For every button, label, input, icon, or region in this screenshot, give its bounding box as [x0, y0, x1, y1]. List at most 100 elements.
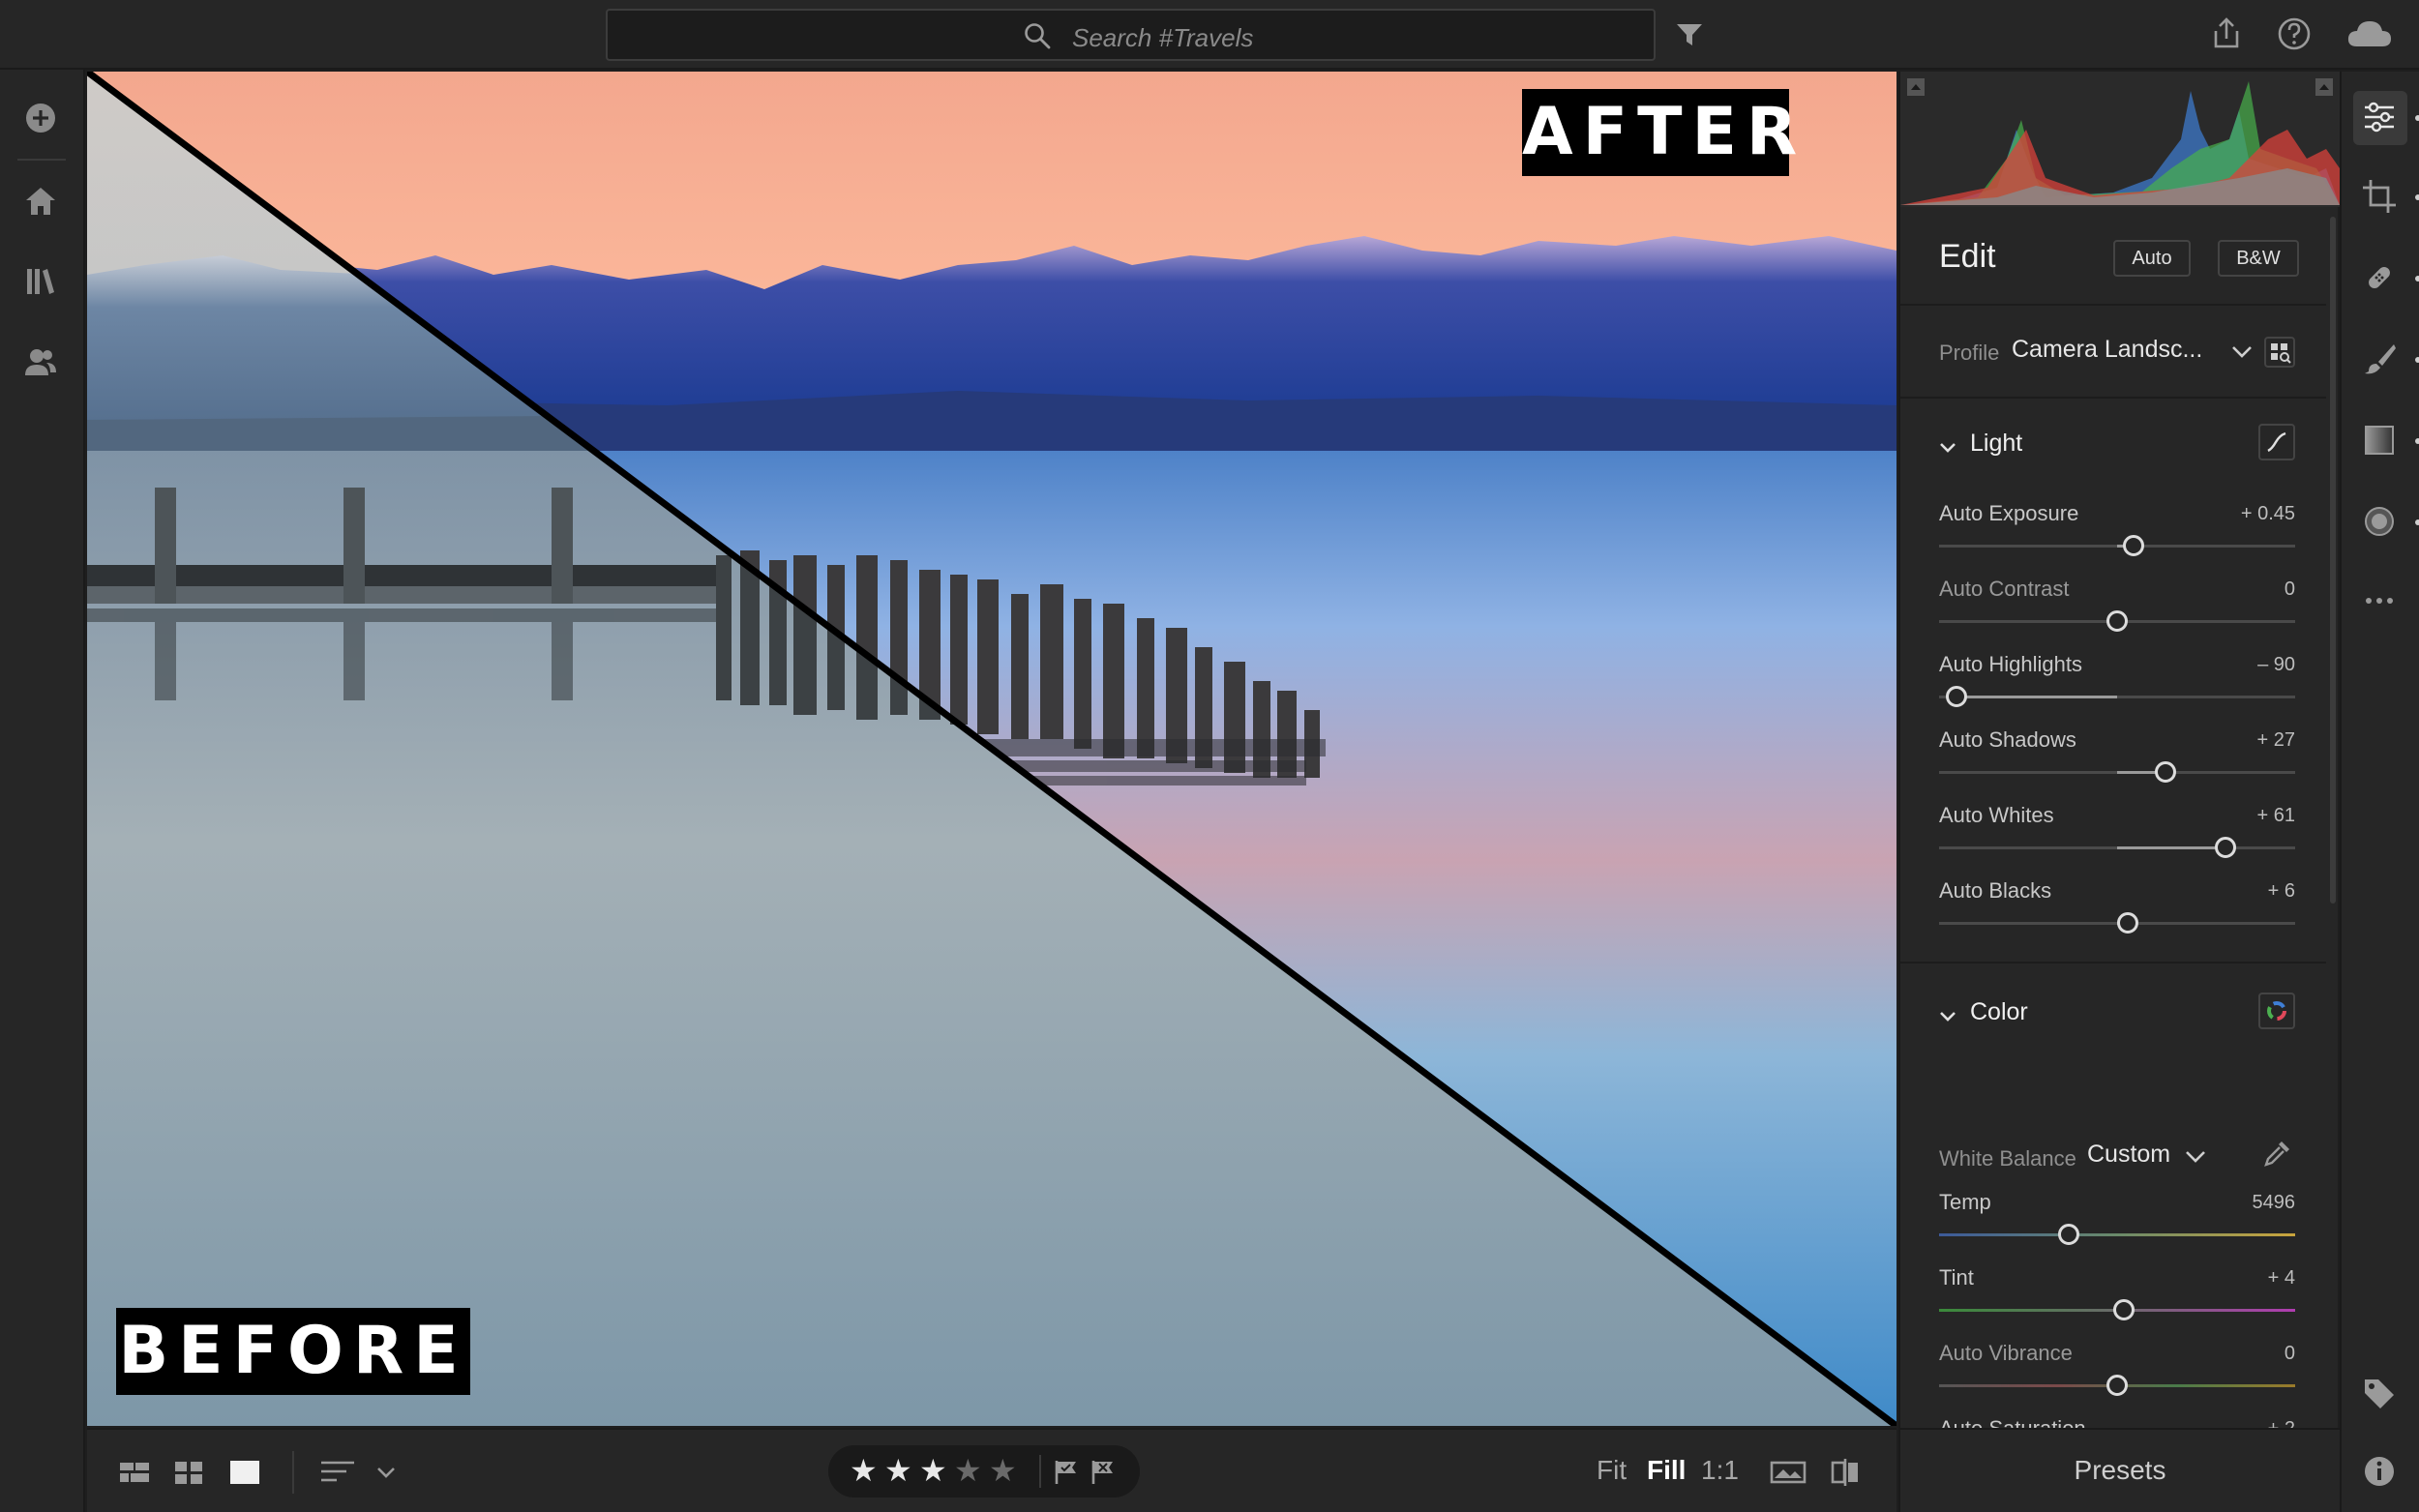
slider-value[interactable]: 0 [2285, 578, 2295, 601]
brush-icon[interactable] [2361, 341, 2398, 377]
slider-value[interactable]: 0 [2285, 1343, 2295, 1365]
home-icon[interactable] [23, 184, 58, 219]
edit-sliders-icon[interactable] [2361, 99, 2398, 135]
slider-thumb[interactable] [2215, 837, 2237, 858]
info-icon[interactable] [2361, 1453, 2398, 1490]
slider-thumb[interactable] [2106, 610, 2128, 632]
library-icon[interactable] [23, 263, 58, 298]
slider-track[interactable] [1939, 545, 2295, 548]
radial-gradient-icon[interactable] [2361, 503, 2398, 540]
search-placeholder: Search #Travels [1072, 23, 1254, 52]
before-after-photo [87, 72, 1896, 1426]
panel-divider [1900, 304, 2326, 306]
search-field[interactable]: Search #Travels [606, 9, 1656, 61]
color-mixer-button[interactable] [2258, 993, 2295, 1029]
profile-browser-icon[interactable] [2262, 335, 2297, 370]
toolbar-divider [292, 1451, 294, 1494]
gradient-indicator-dot [2415, 438, 2419, 444]
slider-value[interactable]: – 90 [2257, 654, 2295, 676]
zoom-fill-button[interactable]: Fill [1647, 1455, 1686, 1486]
photo-canvas[interactable]: AFTER BEFORE [87, 72, 1896, 1426]
compare-view-icon[interactable] [1829, 1457, 1862, 1488]
slider-value[interactable]: + 0.45 [2241, 503, 2295, 525]
slider-thumb[interactable] [2122, 535, 2144, 556]
presets-button[interactable]: Presets [1900, 1428, 2340, 1512]
light-chevron-down-icon[interactable] [1939, 441, 1956, 455]
help-icon[interactable] [2276, 15, 2313, 52]
star-4[interactable]: ★ [954, 1453, 982, 1488]
shadow-clipping-icon[interactable] [1906, 77, 1926, 97]
slider-track[interactable] [1939, 771, 2295, 774]
slider-thumb[interactable] [2154, 761, 2176, 783]
linear-gradient-icon[interactable] [2361, 422, 2398, 459]
photo-grid-view-icon[interactable] [118, 1457, 151, 1488]
slider-track[interactable] [1939, 1233, 2295, 1236]
star-5[interactable]: ★ [989, 1453, 1017, 1488]
panel-scrollbar[interactable] [2330, 217, 2336, 904]
slider-value[interactable]: + 4 [2268, 1267, 2295, 1290]
detail-view-icon[interactable] [228, 1457, 261, 1488]
filter-icon[interactable] [1675, 21, 1704, 48]
people-icon[interactable] [23, 344, 58, 379]
reject-flag-icon[interactable] [1090, 1459, 1117, 1486]
white-balance-chevron-down-icon[interactable] [2185, 1149, 2206, 1165]
zoom-1to1-button[interactable]: 1:1 [1701, 1455, 1739, 1486]
square-grid-view-icon[interactable] [172, 1457, 205, 1488]
eyedropper-icon[interactable] [2260, 1136, 2295, 1171]
slider-fill [1956, 696, 2117, 698]
bottom-toolbar: ★ ★ ★ ★ ★ Fit Fill 1:1 [87, 1428, 1896, 1512]
highlight-clipping-icon[interactable] [2314, 77, 2334, 97]
cloud-icon[interactable] [2345, 15, 2394, 52]
brush-indicator-dot [2415, 357, 2419, 363]
auto-button[interactable]: Auto [2113, 240, 2191, 277]
star-3[interactable]: ★ [919, 1453, 947, 1488]
crop-indicator-dot [2415, 194, 2419, 200]
before-label: BEFORE [116, 1308, 470, 1395]
slider-thumb[interactable] [2106, 1375, 2128, 1396]
pick-flag-icon[interactable] [1053, 1459, 1080, 1486]
slider-label: Auto Whites [1939, 803, 2054, 827]
edit-title: Edit [1939, 238, 1996, 275]
light-section-title[interactable]: Light [1970, 430, 2022, 458]
slider-fill [2117, 846, 2226, 849]
panel-divider [1900, 397, 2326, 399]
sort-icon[interactable] [319, 1457, 358, 1488]
healing-brush-icon[interactable] [2361, 259, 2398, 296]
slider-label: Tint [1939, 1265, 1974, 1290]
slider-value[interactable]: 5496 [2253, 1192, 2296, 1214]
add-photos-icon[interactable] [23, 70, 58, 104]
color-section-title[interactable]: Color [1970, 998, 2028, 1026]
color-chevron-down-icon[interactable] [1939, 1010, 1956, 1023]
search-icon [1025, 23, 1051, 49]
slider-label: Auto Blacks [1939, 878, 2052, 903]
rating-control: ★ ★ ★ ★ ★ [828, 1445, 1140, 1497]
more-icon[interactable] [2361, 582, 2398, 619]
bw-button[interactable]: B&W [2218, 240, 2299, 277]
slider-track[interactable] [1939, 846, 2295, 849]
slider-value[interactable]: + 6 [2268, 880, 2295, 903]
crop-icon[interactable] [2361, 178, 2398, 215]
slider-thumb[interactable] [2058, 1224, 2080, 1245]
slider-value[interactable]: + 27 [2257, 729, 2295, 752]
slider-value[interactable]: + 61 [2257, 805, 2295, 827]
tone-curve-button[interactable] [2258, 424, 2295, 460]
profile-chevron-down-icon[interactable] [2231, 344, 2253, 360]
slider-thumb[interactable] [1946, 686, 1968, 707]
zoom-fit-button[interactable]: Fit [1597, 1455, 1627, 1486]
sort-chevron-down-icon[interactable] [375, 1457, 397, 1488]
slider-thumb[interactable] [2117, 912, 2139, 934]
profile-label: Profile [1939, 341, 2000, 365]
rail-divider [17, 159, 66, 161]
white-balance-dropdown[interactable]: Custom [2087, 1141, 2170, 1169]
slider-label: Auto Contrast [1939, 577, 2070, 601]
tag-icon[interactable] [2361, 1376, 2398, 1412]
profile-dropdown[interactable]: Camera Landsc... [2012, 336, 2202, 364]
slider-track[interactable] [1939, 696, 2295, 698]
rating-divider [1039, 1455, 1041, 1488]
star-2[interactable]: ★ [884, 1453, 912, 1488]
show-original-icon[interactable] [1769, 1457, 1807, 1488]
star-1[interactable]: ★ [850, 1453, 878, 1488]
share-icon[interactable] [2208, 15, 2245, 52]
slider-thumb[interactable] [2113, 1299, 2135, 1320]
add-photos-icon[interactable] [23, 101, 58, 135]
